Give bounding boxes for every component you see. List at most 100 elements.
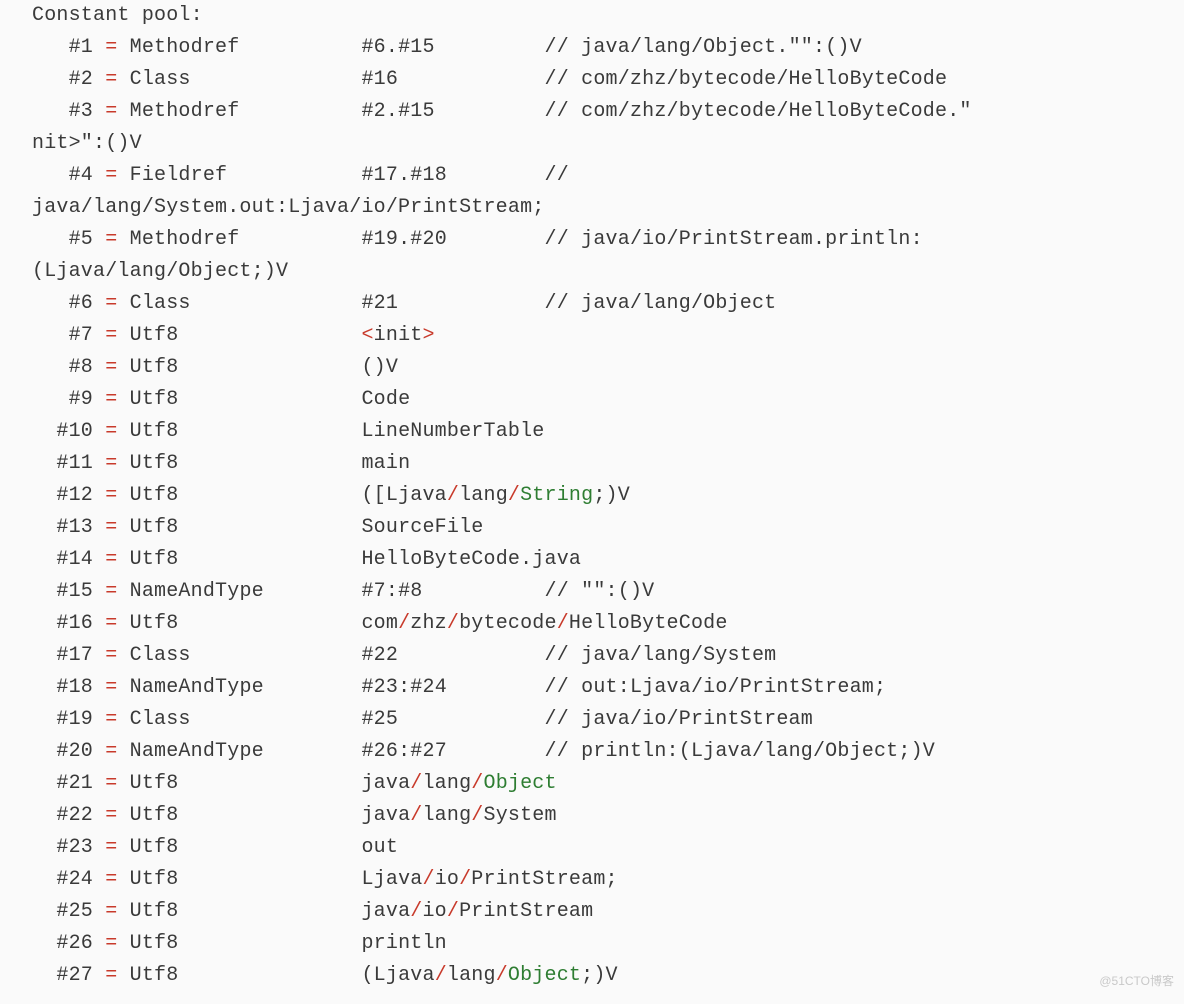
utf8-value: HelloByteCode.java xyxy=(361,548,581,571)
pool-index: #7 xyxy=(69,324,93,347)
entry-type: Class xyxy=(130,292,191,315)
entry-comment: // java/lang/Object."":()V xyxy=(545,36,862,59)
pool-index: #25 xyxy=(56,900,93,923)
pool-index: #18 xyxy=(56,676,93,699)
equals-sign: = xyxy=(93,772,130,795)
equals-sign: = xyxy=(93,740,130,763)
utf8-value: (Ljava/lang/Object;)V xyxy=(361,964,617,987)
entry-type: Class xyxy=(130,708,191,731)
equals-sign: = xyxy=(93,644,130,667)
utf8-value: LineNumberTable xyxy=(361,420,544,443)
equals-sign: = xyxy=(93,228,130,251)
utf8-value: java/lang/System xyxy=(361,804,556,827)
equals-sign: = xyxy=(93,68,130,91)
pool-index: #5 xyxy=(69,228,93,251)
equals-sign: = xyxy=(93,356,130,379)
entry-type: Utf8 xyxy=(130,900,179,923)
equals-sign: = xyxy=(93,292,130,315)
entry-type: Methodref xyxy=(130,36,240,59)
entry-ref: #16 xyxy=(361,68,398,91)
utf8-value: init xyxy=(374,324,423,347)
utf8-value: com/zhz/bytecode/HelloByteCode xyxy=(361,612,727,635)
utf8-value: main xyxy=(361,452,410,475)
pool-index: #20 xyxy=(56,740,93,763)
entry-type: Utf8 xyxy=(130,932,179,955)
entry-comment-cont: (Ljava/lang/Object;)V xyxy=(32,260,288,283)
entry-type: Class xyxy=(130,68,191,91)
equals-sign: = xyxy=(93,452,130,475)
entry-type: Fieldref xyxy=(130,164,228,187)
entry-ref: #26:#27 xyxy=(361,740,446,763)
equals-sign: = xyxy=(93,100,130,123)
entry-type: Utf8 xyxy=(130,612,179,635)
utf8-value: println xyxy=(361,932,446,955)
entry-comment: // java/io/PrintStream.println: xyxy=(545,228,923,251)
entry-type: Utf8 xyxy=(130,356,179,379)
pool-index: #23 xyxy=(56,836,93,859)
entry-type: Utf8 xyxy=(130,804,179,827)
entry-type: Utf8 xyxy=(130,324,179,347)
equals-sign: = xyxy=(93,932,130,955)
pool-index: #6 xyxy=(69,292,93,315)
utf8-value: out xyxy=(361,836,398,859)
equals-sign: = xyxy=(93,836,130,859)
pool-index: #11 xyxy=(56,452,93,475)
pool-index: #22 xyxy=(56,804,93,827)
entry-comment: // com/zhz/bytecode/HelloByteCode xyxy=(545,68,948,91)
entry-type: Utf8 xyxy=(130,420,179,443)
pool-index: #9 xyxy=(69,388,93,411)
watermark: @51CTO博客 xyxy=(1099,972,1174,991)
entry-ref: #25 xyxy=(361,708,398,731)
pool-index: #16 xyxy=(56,612,93,635)
entry-comment: // println:(Ljava/lang/Object;)V xyxy=(545,740,935,763)
pool-index: #26 xyxy=(56,932,93,955)
utf8-value: SourceFile xyxy=(361,516,483,539)
entry-type: Methodref xyxy=(130,228,240,251)
entry-type: Utf8 xyxy=(130,868,179,891)
entry-ref: #7:#8 xyxy=(361,580,422,603)
equals-sign: = xyxy=(93,388,130,411)
entry-comment: // java/io/PrintStream xyxy=(545,708,813,731)
entry-type: Utf8 xyxy=(130,548,179,571)
entry-type: Class xyxy=(130,644,191,667)
pool-index: #24 xyxy=(56,868,93,891)
equals-sign: = xyxy=(93,36,130,59)
pool-index: #17 xyxy=(56,644,93,667)
pool-index: #21 xyxy=(56,772,93,795)
utf8-value: ()V xyxy=(361,356,398,379)
entry-comment: // "":()V xyxy=(545,580,655,603)
pool-index: #4 xyxy=(69,164,93,187)
equals-sign: = xyxy=(93,516,130,539)
pool-index: #10 xyxy=(56,420,93,443)
entry-ref: #17.#18 xyxy=(361,164,446,187)
entry-ref: #22 xyxy=(361,644,398,667)
utf8-lt: < xyxy=(361,324,373,347)
entry-comment: // out:Ljava/io/PrintStream; xyxy=(545,676,887,699)
equals-sign: = xyxy=(93,676,130,699)
equals-sign: = xyxy=(93,612,130,635)
pool-index: #15 xyxy=(56,580,93,603)
entry-type: NameAndType xyxy=(130,676,264,699)
entry-type: NameAndType xyxy=(130,740,264,763)
entry-ref: #21 xyxy=(361,292,398,315)
equals-sign: = xyxy=(93,484,130,507)
pool-index: #12 xyxy=(56,484,93,507)
pool-index: #1 xyxy=(69,36,93,59)
equals-sign: = xyxy=(93,804,130,827)
utf8-value: Ljava/io/PrintStream; xyxy=(361,868,617,891)
pool-index: #14 xyxy=(56,548,93,571)
pool-index: #27 xyxy=(56,964,93,987)
entry-type: Utf8 xyxy=(130,516,179,539)
equals-sign: = xyxy=(93,964,130,987)
entry-type: Utf8 xyxy=(130,836,179,859)
entry-type: Utf8 xyxy=(130,484,179,507)
entry-comment-cont: nit>":()V xyxy=(32,132,142,155)
equals-sign: = xyxy=(93,868,130,891)
pool-index: #3 xyxy=(69,100,93,123)
entry-ref: #6.#15 xyxy=(361,36,434,59)
entry-ref: #19.#20 xyxy=(361,228,446,251)
entry-type: Methodref xyxy=(130,100,240,123)
utf8-value: ([Ljava/lang/String;)V xyxy=(361,484,629,507)
utf8-value: java/io/PrintStream xyxy=(361,900,593,923)
pool-index: #19 xyxy=(56,708,93,731)
